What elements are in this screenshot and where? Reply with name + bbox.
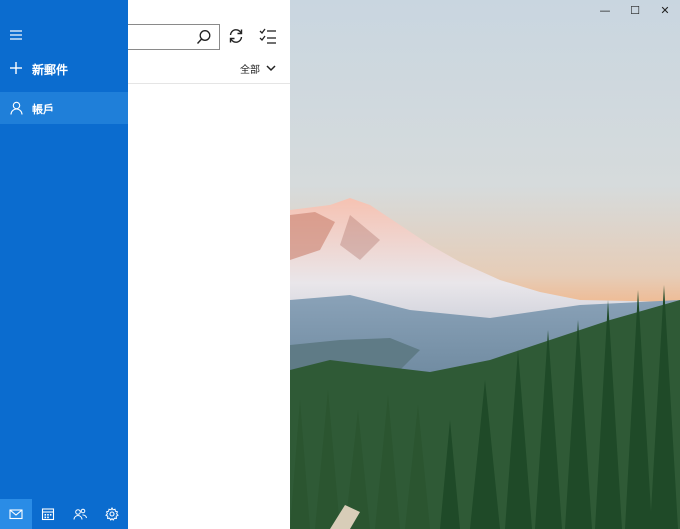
filter-label: 全部 xyxy=(240,64,260,76)
hamburger-menu-icon[interactable] xyxy=(8,28,24,42)
settings-icon xyxy=(105,507,119,521)
person-icon xyxy=(10,101,23,115)
new-mail-label: 新郵件 xyxy=(32,63,69,77)
app-switcher-bar xyxy=(0,499,128,529)
search-box[interactable] xyxy=(128,24,220,50)
window-controls: — ☐ ✕ xyxy=(590,0,680,20)
filter-dropdown[interactable]: 全部 xyxy=(240,58,276,78)
chevron-down-icon xyxy=(266,65,276,72)
search-icon[interactable] xyxy=(195,28,213,46)
mail-app-button[interactable] xyxy=(0,499,32,529)
calendar-app-button[interactable] xyxy=(32,499,64,529)
people-icon xyxy=(73,508,87,520)
select-mode-icon[interactable] xyxy=(258,26,278,46)
mail-list-pane: 全部 xyxy=(128,0,290,529)
new-mail-button[interactable]: 新郵件 xyxy=(0,56,128,82)
mail-icon xyxy=(9,509,23,520)
close-button[interactable]: ✕ xyxy=(650,0,680,20)
calendar-icon xyxy=(41,508,55,521)
settings-app-button[interactable] xyxy=(96,499,128,529)
people-app-button[interactable] xyxy=(64,499,96,529)
navigation-pane: 新郵件 帳戶 xyxy=(0,0,128,529)
sidebar-item-accounts[interactable]: 帳戶 xyxy=(0,92,128,124)
maximize-button[interactable]: ☐ xyxy=(620,0,650,20)
minimize-button[interactable]: — xyxy=(590,0,620,20)
wallpaper-image: — ☐ ✕ xyxy=(290,0,680,529)
mountain-landscape xyxy=(290,198,680,529)
sync-icon[interactable] xyxy=(226,26,246,46)
list-divider xyxy=(128,83,290,84)
accounts-label: 帳戶 xyxy=(32,103,54,116)
plus-icon xyxy=(10,62,22,74)
